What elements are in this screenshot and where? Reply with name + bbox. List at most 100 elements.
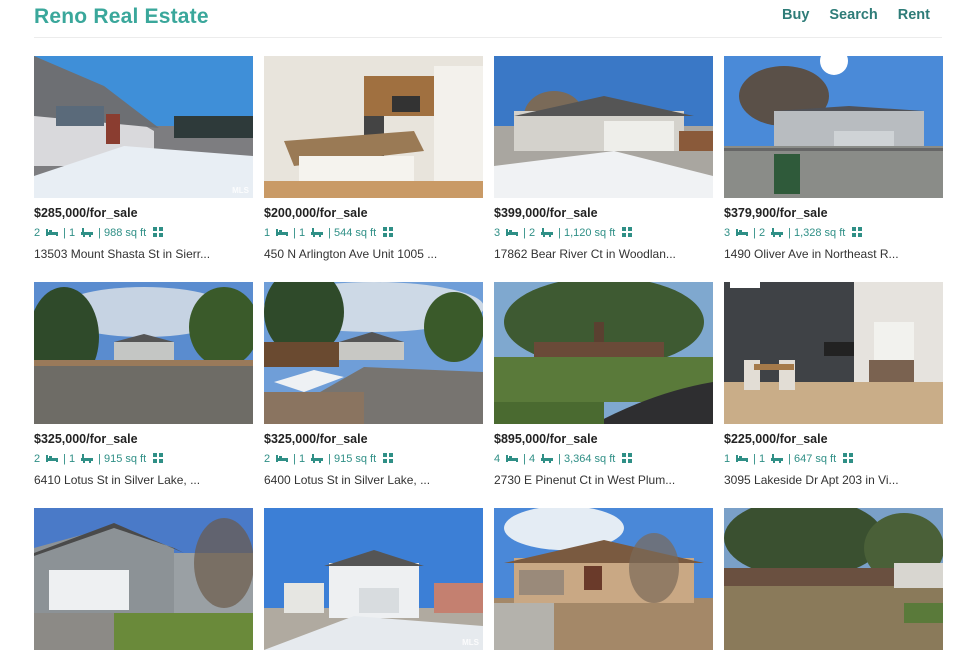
listing-photo[interactable] xyxy=(264,56,483,198)
listing-card[interactable]: $399,000/for_sale 3 | 2 | 1,120 sq ft 17… xyxy=(494,56,713,270)
separator: | xyxy=(98,227,101,239)
separator: | xyxy=(63,453,66,465)
mls-watermark: MLS xyxy=(232,186,249,195)
bed-icon xyxy=(506,453,523,466)
listing-price: $399,000/for_sale xyxy=(494,206,598,220)
bath-icon xyxy=(311,227,328,240)
area-icon xyxy=(152,452,169,466)
listing-card[interactable]: $325,000/for_sale 2 | 1 | 915 sq ft 6410… xyxy=(34,282,253,496)
baths-value: 1 xyxy=(298,453,306,465)
separator: | xyxy=(523,227,526,239)
bed-icon xyxy=(506,227,523,240)
bed-icon xyxy=(276,227,293,240)
listing-card[interactable]: $325,000/for_sale 2 | 1 | 915 sq ft 6400… xyxy=(264,282,483,496)
sqft-value: 915 sq ft xyxy=(333,453,377,465)
listing-card[interactable]: $225,000/for_sale 1 | 1 | 647 sq ft 3095… xyxy=(724,282,943,496)
listing-card[interactable]: $200,000/for_sale 1 | 1 | 544 sq ft 450 … xyxy=(264,56,483,270)
separator: | xyxy=(753,227,756,239)
listing-price: $225,000/for_sale xyxy=(724,432,828,446)
bath-icon xyxy=(541,453,558,466)
listing-card[interactable]: MLS $285,000/for_sale 2 | 1 | 988 sq ft … xyxy=(34,56,253,270)
listing-address[interactable]: 1490 Oliver Ave in Northeast R... xyxy=(724,247,943,261)
bed-icon xyxy=(276,453,293,466)
beds-value: 1 xyxy=(264,227,271,239)
nav-buy-link[interactable]: Buy xyxy=(782,7,809,23)
area-icon xyxy=(382,452,399,466)
area-icon xyxy=(621,226,638,240)
listing-address[interactable]: 13503 Mount Shasta St in Sierr... xyxy=(34,247,253,261)
nav-rent-link[interactable]: Rent xyxy=(898,7,930,23)
listing-address[interactable]: 3095 Lakeside Dr Apt 203 in Vi... xyxy=(724,473,943,487)
site-header: Reno Real Estate Buy Search Rent xyxy=(34,0,942,38)
site-brand[interactable]: Reno Real Estate xyxy=(34,5,209,29)
listing-photo[interactable] xyxy=(494,282,713,424)
separator: | xyxy=(293,227,296,239)
listing-features: 3 | 2 | 1,120 sq ft xyxy=(494,226,713,240)
baths-value: 1 xyxy=(758,453,766,465)
listing-card[interactable] xyxy=(494,508,713,654)
listing-photo[interactable] xyxy=(264,282,483,424)
sqft-value: 988 sq ft xyxy=(103,227,147,239)
listing-card[interactable]: MLS xyxy=(264,508,483,654)
beds-value: 3 xyxy=(724,227,731,239)
separator: | xyxy=(523,453,526,465)
listing-photo[interactable] xyxy=(724,282,943,424)
listing-photo[interactable] xyxy=(34,508,253,650)
bed-icon xyxy=(46,453,63,466)
listing-address[interactable]: 6400 Lotus St in Silver Lake, ... xyxy=(264,473,483,487)
beds-value: 2 xyxy=(34,453,41,465)
separator: | xyxy=(558,227,561,239)
separator: | xyxy=(788,227,791,239)
sqft-value: 647 sq ft xyxy=(793,453,837,465)
baths-value: 1 xyxy=(68,453,76,465)
listing-grid: MLS $285,000/for_sale 2 | 1 | 988 sq ft … xyxy=(34,56,946,654)
beds-value: 2 xyxy=(34,227,41,239)
listing-features: 2 | 1 | 988 sq ft xyxy=(34,226,253,240)
listing-address[interactable]: 6410 Lotus St in Silver Lake, ... xyxy=(34,473,253,487)
listing-address[interactable]: 2730 E Pinenut Ct in West Plum... xyxy=(494,473,713,487)
listing-photo[interactable] xyxy=(494,508,713,650)
separator: | xyxy=(753,453,756,465)
separator: | xyxy=(328,227,331,239)
bed-icon xyxy=(736,227,753,240)
sqft-value: 915 sq ft xyxy=(103,453,147,465)
baths-value: 1 xyxy=(298,227,306,239)
listing-features: 4 | 4 | 3,364 sq ft xyxy=(494,452,713,466)
listing-price: $895,000/for_sale xyxy=(494,432,598,446)
listing-address[interactable]: 17862 Bear River Ct in Woodlan... xyxy=(494,247,713,261)
bath-icon xyxy=(541,227,558,240)
listing-card[interactable]: $379,900/for_sale 3 | 2 | 1,328 sq ft 14… xyxy=(724,56,943,270)
baths-value: 2 xyxy=(528,227,536,239)
listing-features: 3 | 2 | 1,328 sq ft xyxy=(724,226,943,240)
listing-address[interactable]: 450 N Arlington Ave Unit 1005 ... xyxy=(264,247,483,261)
beds-value: 2 xyxy=(264,453,271,465)
listing-price: $325,000/for_sale xyxy=(264,432,368,446)
listing-photo[interactable]: MLS xyxy=(34,56,253,198)
sqft-value: 1,120 sq ft xyxy=(563,227,616,239)
beds-value: 4 xyxy=(494,453,501,465)
listing-card[interactable] xyxy=(34,508,253,654)
sqft-value: 1,328 sq ft xyxy=(793,227,846,239)
area-icon xyxy=(851,226,868,240)
main-nav: Buy Search Rent xyxy=(782,7,930,23)
beds-value: 3 xyxy=(494,227,501,239)
sqft-value: 544 sq ft xyxy=(333,227,377,239)
listing-photo[interactable] xyxy=(34,282,253,424)
listing-card[interactable]: $895,000/for_sale 4 | 4 | 3,364 sq ft 27… xyxy=(494,282,713,496)
listing-photo[interactable] xyxy=(494,56,713,198)
listing-features: 2 | 1 | 915 sq ft xyxy=(264,452,483,466)
mls-watermark: MLS xyxy=(462,638,479,647)
listing-features: 2 | 1 | 915 sq ft xyxy=(34,452,253,466)
beds-value: 1 xyxy=(724,453,731,465)
sqft-value: 3,364 sq ft xyxy=(563,453,616,465)
area-icon xyxy=(621,452,638,466)
separator: | xyxy=(63,227,66,239)
listing-card[interactable] xyxy=(724,508,943,654)
bath-icon xyxy=(311,453,328,466)
separator: | xyxy=(328,453,331,465)
listing-photo[interactable]: MLS xyxy=(264,508,483,650)
baths-value: 4 xyxy=(528,453,536,465)
listing-photo[interactable] xyxy=(724,508,943,650)
nav-search-link[interactable]: Search xyxy=(829,7,877,23)
listing-photo[interactable] xyxy=(724,56,943,198)
